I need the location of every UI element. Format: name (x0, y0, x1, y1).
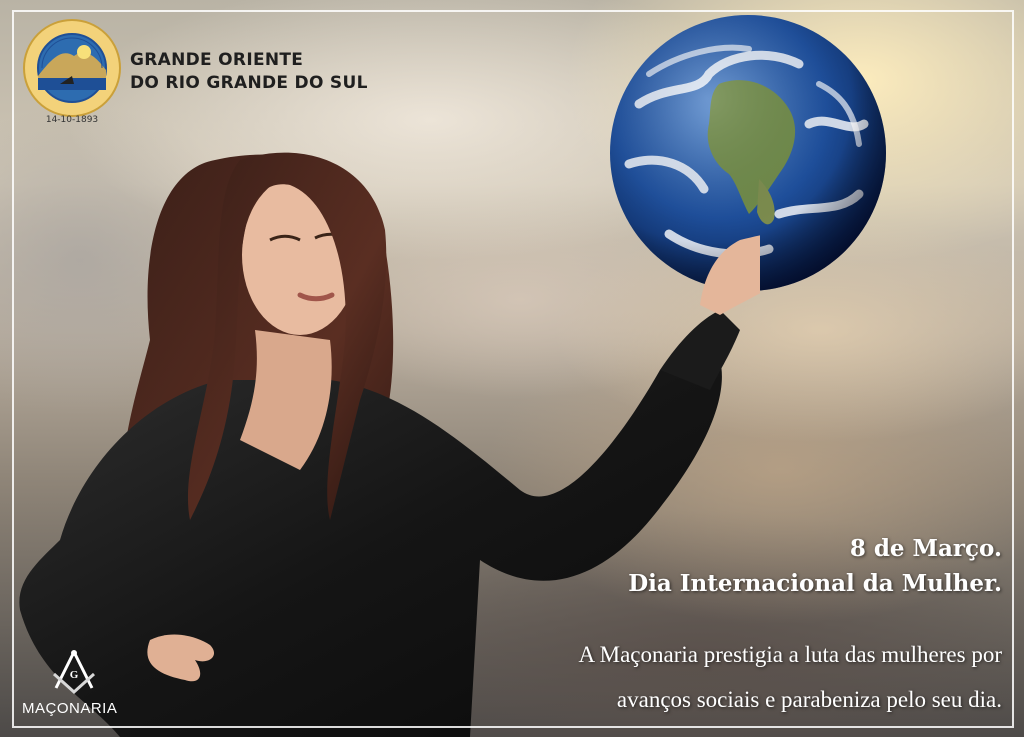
tribute-message: A Maçonaria prestigia a luta das mulhere… (579, 632, 1002, 722)
svg-text:G: G (70, 669, 79, 681)
org-name-line1: GRANDE ORIENTE (130, 50, 304, 70)
org-name-line2: DO RIO GRANDE DO SUL (130, 73, 368, 93)
organization-name: GRANDE ORIENTE DO RIO GRANDE DO SUL (130, 49, 368, 95)
masonry-label: MAÇONARIA (22, 700, 118, 717)
headline: 8 de Março. Dia Internacional da Mulher. (628, 531, 1002, 601)
grande-oriente-seal-logo (23, 19, 121, 117)
poster-background: 14-10-1893 GRANDE ORIENTE DO RIO GRANDE … (0, 0, 1024, 737)
square-and-compasses-icon: G (52, 650, 96, 695)
headline-title: Dia Internacional da Mulher. (628, 570, 1002, 597)
headline-date: 8 de Março. (849, 535, 1002, 562)
message-line1: A Maçonaria prestigia a luta das mulhere… (578, 642, 1002, 667)
seal-founding-date: 14-10-1893 (45, 115, 99, 125)
message-line2: avanços sociais e parabeniza pelo seu di… (616, 687, 1002, 712)
